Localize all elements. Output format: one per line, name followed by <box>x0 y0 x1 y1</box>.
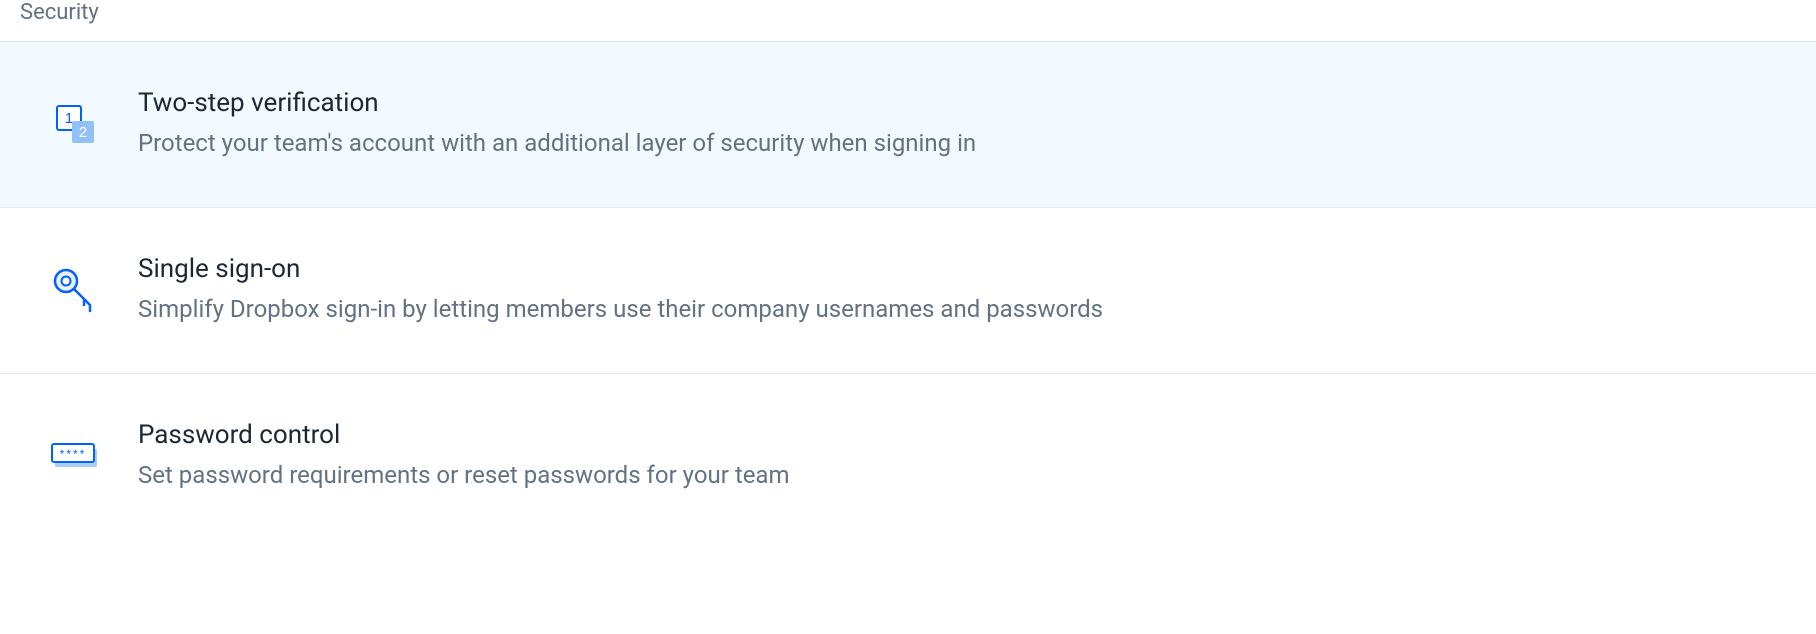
setting-description: Protect your team's account with an addi… <box>138 127 976 161</box>
setting-title: Two-step verification <box>138 88 976 119</box>
setting-row-two-step-verification[interactable]: 1 2 Two-step verification Protect your t… <box>0 42 1816 208</box>
setting-text: Two-step verification Protect your team'… <box>138 88 976 161</box>
setting-title: Single sign-on <box>138 254 1103 285</box>
svg-text:****: **** <box>60 447 87 461</box>
key-icon <box>50 265 100 315</box>
setting-row-password-control[interactable]: **** Password control Set password requi… <box>0 374 1816 539</box>
setting-description: Simplify Dropbox sign-in by letting memb… <box>138 293 1103 327</box>
svg-text:1: 1 <box>65 110 73 127</box>
setting-row-single-sign-on[interactable]: Single sign-on Simplify Dropbox sign-in … <box>0 208 1816 374</box>
section-title: Security <box>20 0 99 25</box>
setting-text: Single sign-on Simplify Dropbox sign-in … <box>138 254 1103 327</box>
setting-title: Password control <box>138 420 790 451</box>
two-step-verification-icon: 1 2 <box>50 99 100 149</box>
section-header: Security <box>0 0 1816 41</box>
setting-text: Password control Set password requiremen… <box>138 420 790 493</box>
svg-text:2: 2 <box>79 124 87 141</box>
password-icon: **** <box>50 431 100 481</box>
settings-list: 1 2 Two-step verification Protect your t… <box>0 41 1816 538</box>
setting-description: Set password requirements or reset passw… <box>138 459 790 493</box>
